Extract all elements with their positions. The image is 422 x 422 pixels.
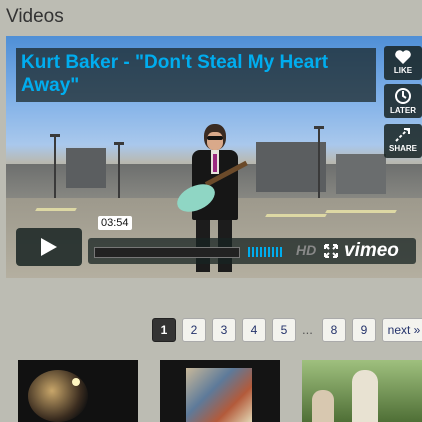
fullscreen-icon bbox=[324, 244, 338, 258]
like-button[interactable]: LIKE bbox=[384, 46, 422, 80]
watch-later-button[interactable]: LATER bbox=[384, 84, 422, 118]
clock-icon bbox=[395, 88, 411, 104]
page-9[interactable]: 9 bbox=[352, 318, 376, 342]
page-1[interactable]: 1 bbox=[152, 318, 176, 342]
play-button[interactable] bbox=[16, 228, 82, 266]
video-background bbox=[314, 126, 324, 198]
page-4[interactable]: 4 bbox=[242, 318, 266, 342]
page-8[interactable]: 8 bbox=[322, 318, 346, 342]
hd-toggle[interactable]: HD bbox=[296, 242, 316, 258]
next-page-link[interactable]: next » bbox=[382, 318, 422, 342]
share-icon bbox=[395, 128, 410, 142]
video-thumbnail[interactable] bbox=[302, 360, 422, 422]
control-bar: HD vimeo bbox=[88, 238, 416, 264]
video-background bbox=[336, 154, 386, 194]
video-background bbox=[66, 148, 106, 188]
pagination-ellipsis: ... bbox=[302, 322, 313, 337]
like-label: LIKE bbox=[393, 66, 413, 75]
share-button[interactable]: SHARE bbox=[384, 124, 422, 158]
fullscreen-button[interactable] bbox=[324, 244, 338, 263]
player-controls: 03:54 HD vimeo bbox=[16, 216, 416, 266]
share-label: SHARE bbox=[388, 144, 417, 153]
page-2[interactable]: 2 bbox=[182, 318, 206, 342]
video-thumbnail[interactable] bbox=[18, 360, 138, 422]
section-title: Videos bbox=[6, 6, 64, 27]
video-background bbox=[50, 134, 60, 198]
later-label: LATER bbox=[389, 106, 417, 115]
page-5[interactable]: 5 bbox=[272, 318, 296, 342]
time-tooltip: 03:54 bbox=[98, 216, 132, 230]
heart-icon bbox=[395, 50, 411, 64]
video-background bbox=[35, 208, 77, 211]
progress-bar[interactable] bbox=[94, 247, 240, 258]
video-player[interactable]: Kurt Baker - "Don't Steal My Heart Away"… bbox=[6, 36, 422, 278]
video-background bbox=[256, 142, 326, 192]
play-icon bbox=[41, 238, 57, 256]
vimeo-logo[interactable]: vimeo bbox=[344, 240, 399, 262]
video-title[interactable]: Kurt Baker - "Don't Steal My Heart Away" bbox=[16, 48, 376, 102]
video-background bbox=[114, 142, 124, 198]
video-background bbox=[265, 214, 327, 217]
video-background bbox=[325, 210, 397, 213]
video-thumbnail[interactable] bbox=[160, 360, 280, 422]
page-3[interactable]: 3 bbox=[212, 318, 236, 342]
